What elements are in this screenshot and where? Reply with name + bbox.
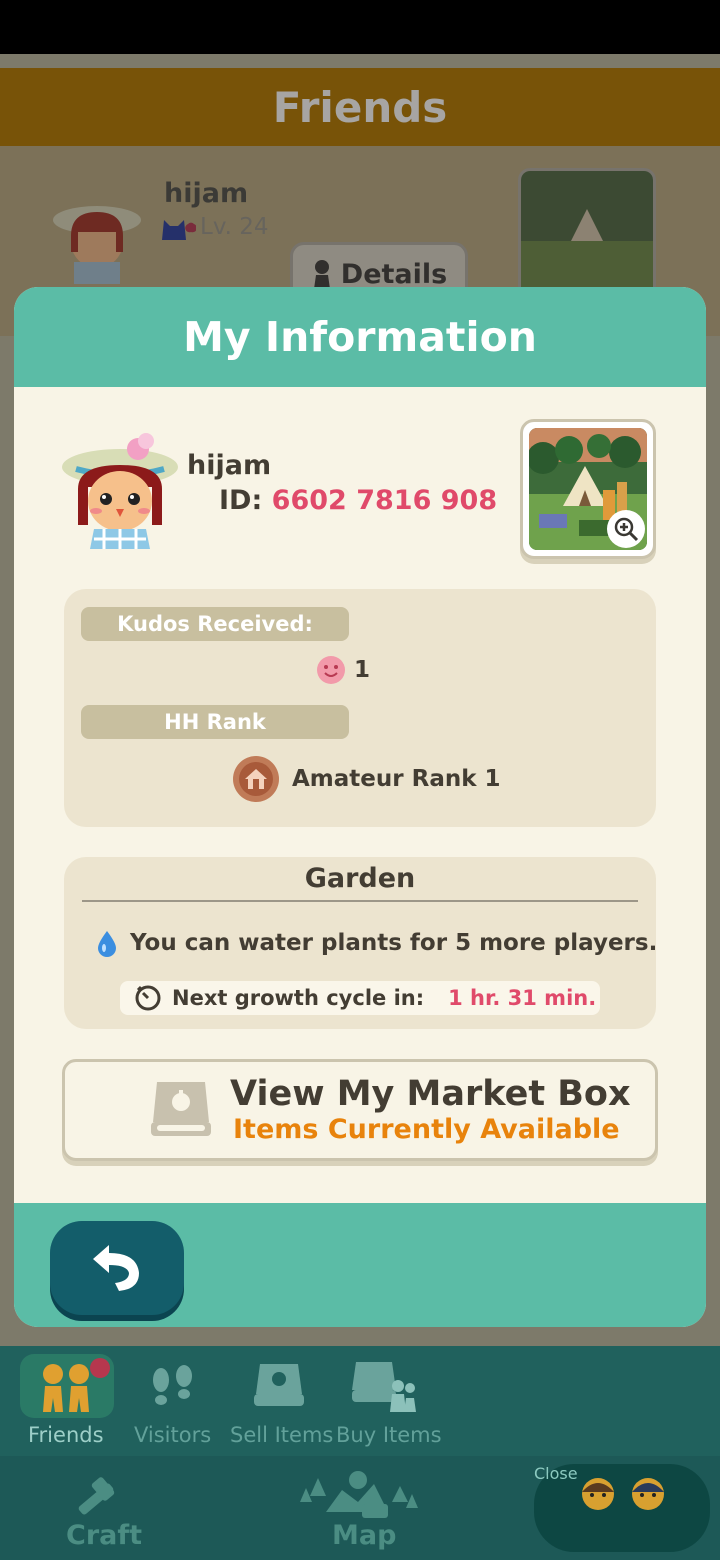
- kudos-value: 1: [354, 657, 371, 683]
- market-box-icon: [151, 1082, 211, 1136]
- tab-buy-items-label: Buy Items: [336, 1423, 442, 1447]
- garden-title: Garden: [304, 863, 416, 894]
- nav-map[interactable]: Map: [296, 1456, 424, 1560]
- tab-visitors-label: Visitors: [134, 1423, 212, 1447]
- my-campsite-thumbnail[interactable]: [520, 419, 656, 559]
- tab-sell-items[interactable]: Sell Items: [230, 1346, 333, 1456]
- tab-friends-label: Friends: [28, 1423, 104, 1447]
- timer-icon: [135, 985, 161, 1011]
- campsite-image: [521, 171, 653, 295]
- nav-close[interactable]: Close: [534, 1464, 710, 1552]
- water-text: You can water plants for 5 more players.: [130, 930, 658, 956]
- nav-craft[interactable]: Craft: [60, 1456, 143, 1560]
- smiley-icon: [317, 656, 345, 684]
- player-id: ID: 6602 7816 908: [219, 485, 497, 516]
- main-navigation: Craft Map Close: [0, 1456, 720, 1560]
- details-label: Details: [340, 259, 448, 290]
- friend-campsite-thumbnail[interactable]: [518, 168, 656, 298]
- water-info: You can water plants for 5 more players.: [96, 929, 657, 957]
- tab-sell-items-label: Sell Items: [230, 1423, 334, 1447]
- back-arrow-icon: [93, 1245, 139, 1291]
- villagers-icon: [582, 1478, 664, 1510]
- garden-panel: Garden You can water plants for 5 more p…: [64, 857, 657, 1029]
- market-subtitle: Items Currently Available: [233, 1114, 620, 1145]
- rank-value: Amateur Rank 1: [292, 766, 501, 792]
- person-icon: [313, 260, 330, 289]
- nav-map-label: Map: [332, 1520, 397, 1551]
- buy-items-icon: [352, 1362, 416, 1412]
- nav-craft-label: Craft: [66, 1520, 143, 1551]
- zoom-icon: [607, 510, 645, 548]
- growth-label: Next growth cycle in:: [172, 986, 425, 1010]
- player-id-value: 6602 7816 908: [271, 485, 498, 516]
- my-information-dialog: My Information hijam ID: 6602 7816 908 K…: [14, 287, 706, 1327]
- tab-visitors[interactable]: Visitors: [130, 1346, 216, 1456]
- divider: [82, 900, 638, 902]
- player-avatar-icon: [62, 433, 178, 549]
- footprints-icon: [153, 1365, 192, 1405]
- growth-time: 1 hr. 31 min.: [448, 986, 597, 1010]
- back-button[interactable]: [50, 1221, 184, 1315]
- kudos-count: 1: [316, 655, 370, 685]
- water-drop-icon: [98, 931, 116, 957]
- nav-close-label: Close: [534, 1464, 578, 1483]
- market-box-icon: [254, 1364, 304, 1406]
- friends-header: Friends: [0, 68, 720, 146]
- view-market-box-button[interactable]: View My Market Box Items Currently Avail…: [62, 1059, 658, 1161]
- tab-buy-items[interactable]: Buy Items: [336, 1346, 442, 1456]
- cat-level-icon: [162, 220, 196, 240]
- dialog-title: My Information: [183, 313, 537, 361]
- player-name: hijam: [187, 450, 272, 481]
- friend-avatar-icon: [53, 206, 141, 284]
- dialog-header: My Information: [14, 287, 706, 387]
- kudos-label: Kudos Received:: [81, 607, 349, 641]
- friend-level: Lv. 24: [200, 214, 269, 240]
- player-id-label: ID:: [219, 485, 263, 516]
- house-rank-medal-icon: [233, 756, 279, 802]
- stats-panel: Kudos Received: 1 HH Rank Amateur Rank 1: [64, 589, 656, 827]
- rank-label: HH Rank: [81, 705, 349, 739]
- map-icon: [300, 1471, 418, 1518]
- hammer-icon: [78, 1477, 115, 1515]
- campsite-image: [529, 428, 647, 550]
- rank-display: Amateur Rank 1: [232, 755, 501, 803]
- friends-title: Friends: [272, 82, 448, 132]
- friends-icon: [43, 1364, 89, 1412]
- sub-navigation: Friends Visitors Sell Items Buy Items: [0, 1346, 720, 1456]
- market-title: View My Market Box: [230, 1074, 631, 1114]
- friend-name: hijam: [164, 178, 249, 209]
- tab-friends[interactable]: Friends: [22, 1346, 112, 1456]
- dialog-footer: [14, 1203, 706, 1327]
- status-bar: [0, 0, 720, 54]
- growth-timer: Next growth cycle in: 1 hr. 31 min.: [120, 981, 600, 1015]
